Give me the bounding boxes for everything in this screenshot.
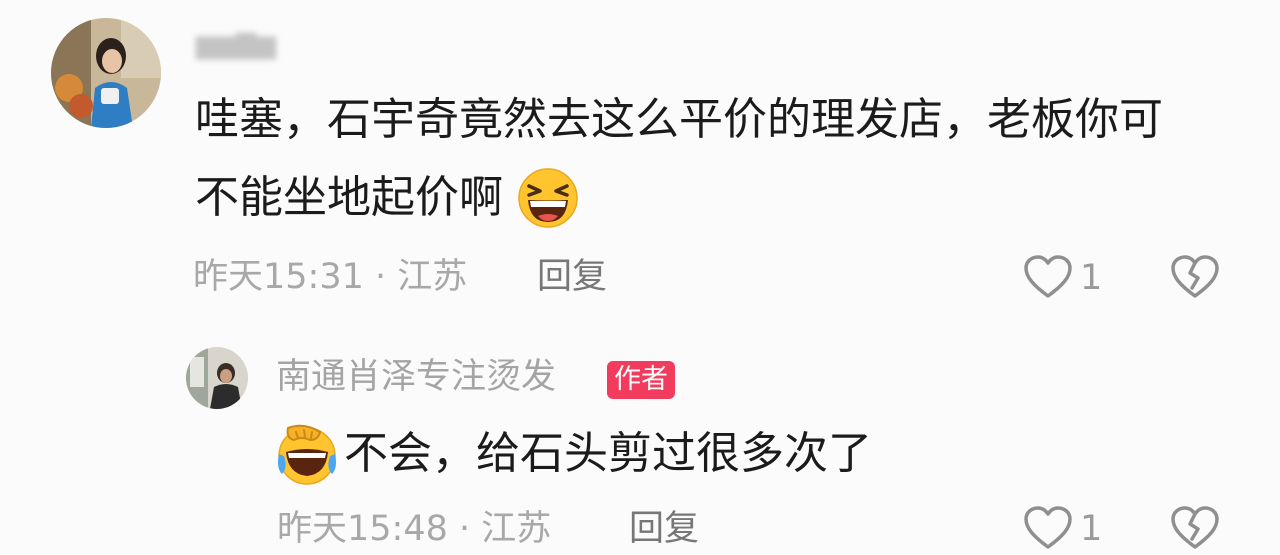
reply-button[interactable]: 回复 xyxy=(537,260,607,295)
comment-timestamp-location: 昨天15:31 · 江苏 xyxy=(193,257,468,297)
author-avatar[interactable] xyxy=(186,347,248,409)
comment-thread: ▆▆▇▆ 哇塞，石宇奇竟然去这么平价的理发店，老板你可 不能坐地起价啊 昨天15… xyxy=(0,0,1280,555)
reply-heart-like-icon[interactable] xyxy=(1023,505,1073,551)
author-reply-button[interactable]: 回复 xyxy=(629,512,699,547)
author-badge: 作者 xyxy=(607,361,675,399)
reply-timestamp-location: 昨天15:48 · 江苏 xyxy=(277,509,552,549)
reply-like-count: 1 xyxy=(1080,509,1103,549)
reply-broken-heart-dislike-icon[interactable] xyxy=(1170,505,1220,551)
comment-text-line2: 不能坐地起价啊 xyxy=(195,172,503,223)
comment-text-line1: 哇塞，石宇奇竟然去这么平价的理发店，老板你可 xyxy=(195,94,1163,145)
laughing-emoji-icon xyxy=(516,168,580,228)
commenter-avatar[interactable] xyxy=(51,18,161,128)
commenter-username[interactable]: ▆▆▇▆ xyxy=(196,30,276,60)
face-palm-laughing-emoji-icon xyxy=(274,424,340,486)
like-count: 1 xyxy=(1080,258,1103,298)
author-reply-text: 不会，给石头剪过很多次了 xyxy=(344,428,872,479)
heart-like-icon[interactable] xyxy=(1023,254,1073,300)
author-username[interactable]: 南通肖泽专注烫发 xyxy=(276,360,556,395)
broken-heart-dislike-icon[interactable] xyxy=(1170,254,1220,300)
